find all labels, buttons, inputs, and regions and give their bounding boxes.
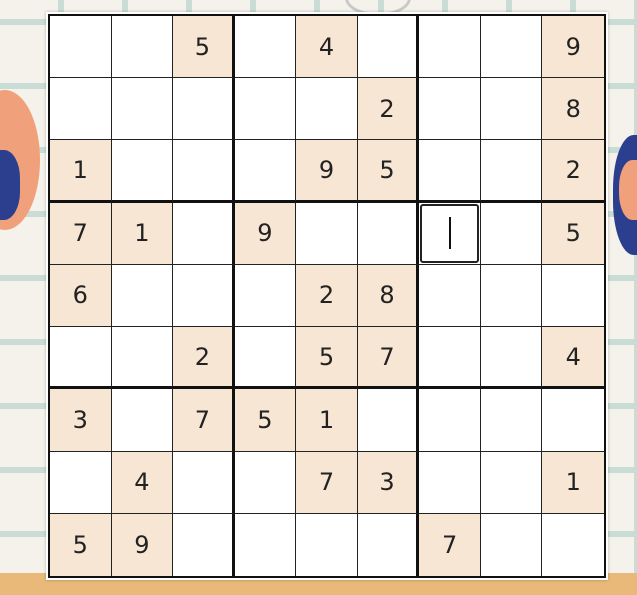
- sudoku-cell-r1-c7[interactable]: [419, 16, 481, 79]
- sudoku-cell-r9-c1: 5: [50, 513, 112, 576]
- sudoku-cell-r9-c3[interactable]: [173, 513, 235, 576]
- sudoku-cell-r6-c3: 2: [173, 327, 235, 390]
- sudoku-cell-r5-c4[interactable]: [234, 264, 297, 328]
- sudoku-cell-r5-c3[interactable]: [173, 264, 235, 328]
- sudoku-cell-r4-c4: 9: [234, 202, 297, 265]
- sudoku-cell-r3-c3[interactable]: [173, 140, 235, 203]
- sudoku-cell-r3-c1: 1: [50, 140, 112, 203]
- sudoku-cell-r9-c2: 9: [111, 513, 174, 576]
- sudoku-cell-r3-c9: 2: [542, 140, 604, 203]
- sudoku-cell-r1-c6[interactable]: [357, 16, 420, 79]
- sudoku-cell-r2-c9: 8: [542, 78, 604, 141]
- sudoku-cell-r4-c5[interactable]: [296, 202, 358, 265]
- sudoku-cell-r3-c8[interactable]: [480, 140, 543, 203]
- sudoku-cell-r1-c8[interactable]: [480, 16, 543, 79]
- sudoku-cell-r2-c1[interactable]: [50, 78, 112, 141]
- sudoku-cell-r3-c7[interactable]: [419, 140, 481, 203]
- sudoku-cell-r8-c2: 4: [111, 451, 174, 514]
- sudoku-cell-r7-c6[interactable]: [357, 389, 420, 452]
- sudoku-cell-r5-c7[interactable]: [419, 264, 481, 328]
- sudoku-cell-r7-c4: 5: [234, 389, 297, 452]
- text-caret: [448, 216, 451, 249]
- sudoku-cell-r2-c8[interactable]: [480, 78, 543, 141]
- sudoku-cell-r8-c8[interactable]: [480, 451, 543, 514]
- sudoku-cell-r4-c1: 7: [50, 202, 112, 265]
- sudoku-cell-r2-c5[interactable]: [296, 78, 358, 141]
- sudoku-cell-r5-c9[interactable]: [542, 264, 604, 328]
- sudoku-cell-r6-c2[interactable]: [111, 327, 174, 390]
- sudoku-cell-r5-c5: 2: [296, 264, 358, 328]
- sudoku-cell-r3-c6: 5: [357, 140, 420, 203]
- sudoku-cell-r2-c7[interactable]: [419, 78, 481, 141]
- sudoku-cell-r6-c4[interactable]: [234, 327, 297, 390]
- sudoku-cell-r1-c1[interactable]: [50, 16, 112, 79]
- sudoku-cell-r3-c5: 9: [296, 140, 358, 203]
- sudoku-cell-r4-c7[interactable]: [419, 202, 481, 265]
- sudoku-cell-r7-c7[interactable]: [419, 389, 481, 452]
- sudoku-cell-r4-c6[interactable]: [357, 202, 420, 265]
- sudoku-cell-r9-c8[interactable]: [480, 513, 543, 576]
- sudoku-cell-r1-c2[interactable]: [111, 16, 174, 79]
- sudoku-cell-r4-c9: 5: [542, 202, 604, 265]
- sudoku-cell-r7-c9[interactable]: [542, 389, 604, 452]
- sudoku-cell-r6-c9: 4: [542, 327, 604, 390]
- sudoku-cell-r4-c3[interactable]: [173, 202, 235, 265]
- sudoku-cell-r5-c1: 6: [50, 264, 112, 328]
- sudoku-cell-r9-c6[interactable]: [357, 513, 420, 576]
- sudoku-cell-r1-c5: 4: [296, 16, 358, 79]
- sudoku-cell-r7-c8[interactable]: [480, 389, 543, 452]
- sudoku-cell-r2-c4[interactable]: [234, 78, 297, 141]
- sudoku-cell-r8-c7[interactable]: [419, 451, 481, 514]
- sudoku-cell-r5-c2[interactable]: [111, 264, 174, 328]
- sudoku-board-frame: 5492819527195628257437514731597: [46, 12, 608, 580]
- sudoku-cell-r2-c3[interactable]: [173, 78, 235, 141]
- sudoku-cell-r7-c3: 7: [173, 389, 235, 452]
- sudoku-cell-r3-c2[interactable]: [111, 140, 174, 203]
- sudoku-cell-r6-c6: 7: [357, 327, 420, 390]
- sudoku-cell-r4-c2: 1: [111, 202, 174, 265]
- sudoku-cell-r8-c6: 3: [357, 451, 420, 514]
- sudoku-cell-r7-c5: 1: [296, 389, 358, 452]
- sudoku-cell-r8-c3[interactable]: [173, 451, 235, 514]
- sudoku-cell-r6-c1[interactable]: [50, 327, 112, 390]
- sudoku-cell-r8-c1[interactable]: [50, 451, 112, 514]
- sudoku-cell-r7-c2[interactable]: [111, 389, 174, 452]
- sudoku-cell-r1-c9: 9: [542, 16, 604, 79]
- sudoku-cell-r9-c5[interactable]: [296, 513, 358, 576]
- sudoku-grid: 5492819527195628257437514731597: [48, 14, 606, 578]
- sudoku-cell-r1-c4[interactable]: [234, 16, 297, 79]
- sudoku-cell-r4-c8[interactable]: [480, 202, 543, 265]
- sudoku-cell-r6-c8[interactable]: [480, 327, 543, 390]
- sudoku-cell-r7-c1: 3: [50, 389, 112, 452]
- sudoku-cell-r3-c4[interactable]: [234, 140, 297, 203]
- sudoku-cell-r9-c7: 7: [419, 513, 481, 576]
- sudoku-cell-r6-c7[interactable]: [419, 327, 481, 390]
- sudoku-cell-r5-c6: 8: [357, 264, 420, 328]
- sudoku-cell-r2-c6: 2: [357, 78, 420, 141]
- sudoku-cell-r6-c5: 5: [296, 327, 358, 390]
- sudoku-cell-r8-c9: 1: [542, 451, 604, 514]
- sudoku-cell-r5-c8[interactable]: [480, 264, 543, 328]
- sudoku-cell-r9-c4[interactable]: [234, 513, 297, 576]
- background-decoration-right-accent: [619, 160, 637, 220]
- sudoku-cell-r8-c4[interactable]: [234, 451, 297, 514]
- sudoku-cell-r8-c5: 7: [296, 451, 358, 514]
- sudoku-cell-r1-c3: 5: [173, 16, 235, 79]
- sudoku-cell-r2-c2[interactable]: [111, 78, 174, 141]
- sudoku-cell-r9-c9[interactable]: [542, 513, 604, 576]
